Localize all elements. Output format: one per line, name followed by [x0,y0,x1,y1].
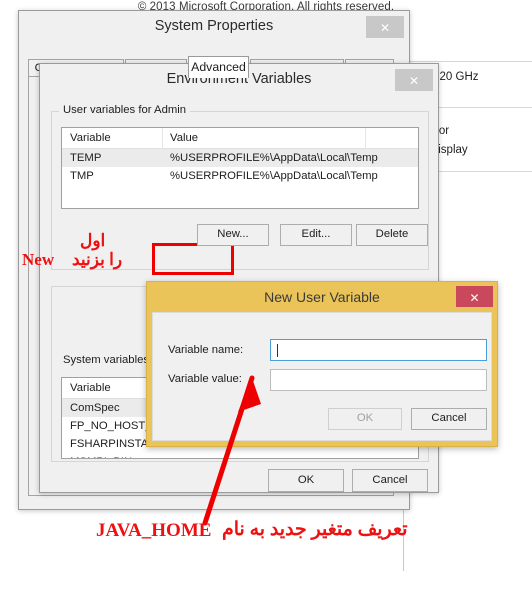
system-edit-button[interactable]: Edit... [280,224,352,246]
annotation-arrow-to-dialog [202,375,261,526]
system-new-button[interactable]: New... [197,224,269,246]
annotation-bottom-note: تعریف متغیر جدید به نام [222,519,408,540]
system-delete-button[interactable]: Delete [356,224,428,246]
screenshot-root: © 2013 Microsoft Corporation. All rights… [0,0,532,592]
annotation-bottom-name: JAVA_HOME [96,520,212,541]
tab-advanced[interactable]: Advanced [188,56,249,78]
